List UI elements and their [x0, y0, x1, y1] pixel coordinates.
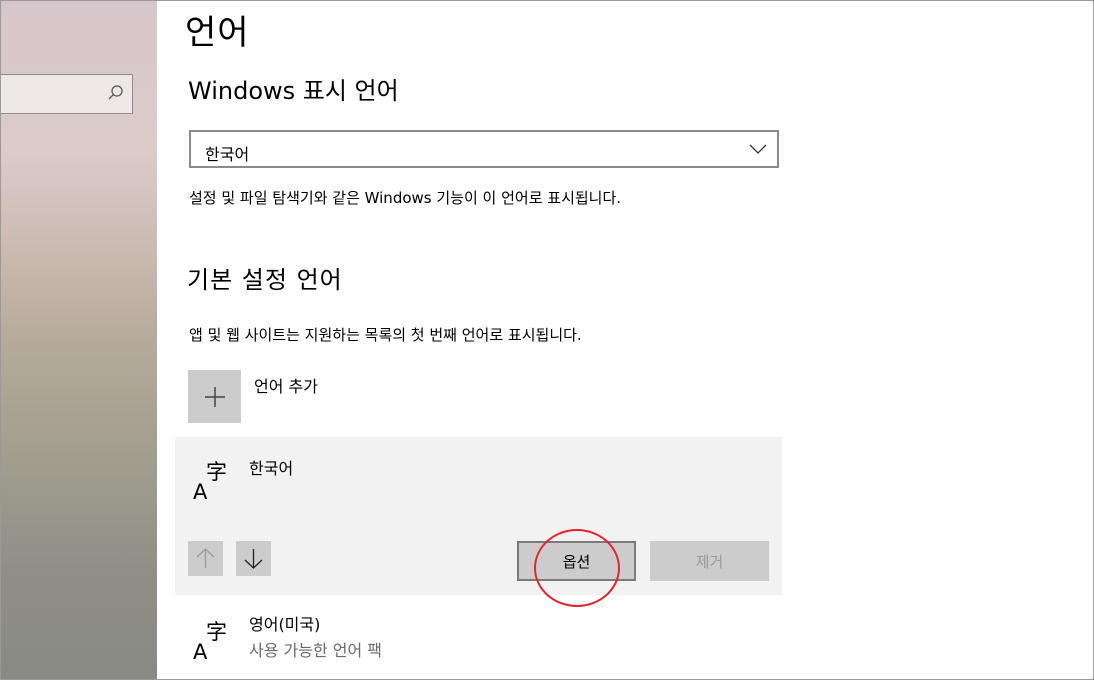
preferred-languages-heading: 기본 설정 언어: [187, 266, 343, 294]
svg-text:字: 字: [206, 620, 227, 644]
move-up-button[interactable]: [188, 541, 223, 576]
add-language-button[interactable]: [188, 370, 241, 423]
preferred-languages-description: 앱 및 웹 사이트는 지원하는 목록의 첫 번째 언어로 표시됩니다.: [189, 326, 582, 344]
display-language-heading: Windows 표시 언어: [188, 77, 399, 105]
language-icon: A 字: [193, 620, 227, 661]
dropdown-value: 한국어: [205, 145, 250, 164]
display-language-dropdown[interactable]: 한국어: [189, 130, 779, 168]
main-content: 언어 Windows 표시 언어 한국어 설정 및 파일 탐색기와 같은 Win…: [157, 1, 1093, 679]
plus-icon: [205, 387, 225, 407]
language-name: 영어(미국): [249, 615, 321, 634]
svg-text:字: 字: [206, 460, 227, 484]
language-item-selected[interactable]: A 字 한국어 옵션 제거: [175, 437, 782, 595]
language-status: 사용 가능한 언어 팩: [249, 641, 383, 660]
add-language-label[interactable]: 언어 추가: [254, 373, 318, 397]
move-down-button[interactable]: [236, 541, 271, 576]
search-icon: [108, 85, 123, 100]
arrow-up-icon: [196, 548, 215, 568]
language-item[interactable]: A 字 영어(미국) 사용 가능한 언어 팩: [175, 601, 782, 671]
page-title: 언어: [185, 13, 250, 53]
settings-window: 언어 Windows 표시 언어 한국어 설정 및 파일 탐색기와 같은 Win…: [0, 0, 1094, 680]
arrow-down-icon: [244, 549, 263, 569]
remove-button[interactable]: 제거: [650, 541, 769, 581]
chevron-down-icon: [749, 144, 767, 154]
sidebar: [1, 1, 157, 679]
annotation-circle: [534, 529, 620, 607]
search-input[interactable]: [1, 74, 133, 114]
language-name: 한국어: [249, 459, 294, 478]
display-language-description: 설정 및 파일 탐색기와 같은 Windows 기능이 이 언어로 표시됩니다.: [189, 189, 622, 207]
language-icon: A 字: [193, 460, 227, 501]
